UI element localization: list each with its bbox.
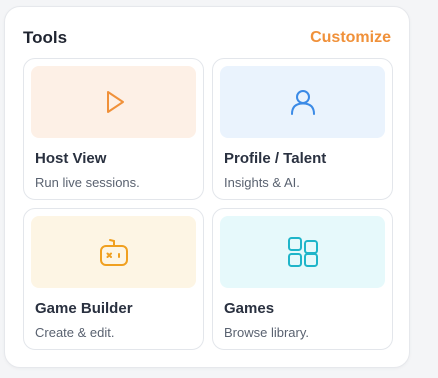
card-title: Game Builder xyxy=(35,300,133,317)
card-title: Games xyxy=(224,300,275,317)
card-subtitle: Browse library. xyxy=(224,325,310,340)
tool-card-profile-talent[interactable]: Profile / Talent Insights & AI. xyxy=(212,58,393,200)
user-icon xyxy=(286,85,320,119)
card-subtitle: Insights & AI. xyxy=(224,175,300,190)
panel-header: Tools Customize xyxy=(23,27,391,49)
tool-card-host-view[interactable]: Host View Run live sessions. xyxy=(23,58,204,200)
card-thumbnail xyxy=(31,216,196,288)
panel-title: Tools xyxy=(23,28,68,47)
tool-card-game-builder[interactable]: Game Builder Create & edit. xyxy=(23,208,204,350)
customize-link[interactable]: Customize xyxy=(310,29,391,47)
card-subtitle: Run live sessions. xyxy=(35,175,140,190)
card-subtitle: Create & edit. xyxy=(35,325,115,340)
card-thumbnail xyxy=(220,66,385,138)
card-thumbnail xyxy=(220,216,385,288)
tools-panel: Tools Customize Host View Run live sessi… xyxy=(4,6,410,368)
play-icon xyxy=(97,85,131,119)
card-title: Host View xyxy=(35,150,107,167)
tools-grid: Host View Run live sessions. Profile / T… xyxy=(23,58,393,350)
card-thumbnail xyxy=(31,66,196,138)
robot-icon xyxy=(97,235,131,269)
grid-icon xyxy=(286,235,320,269)
tool-card-games[interactable]: Games Browse library. xyxy=(212,208,393,350)
card-title: Profile / Talent xyxy=(224,150,327,167)
